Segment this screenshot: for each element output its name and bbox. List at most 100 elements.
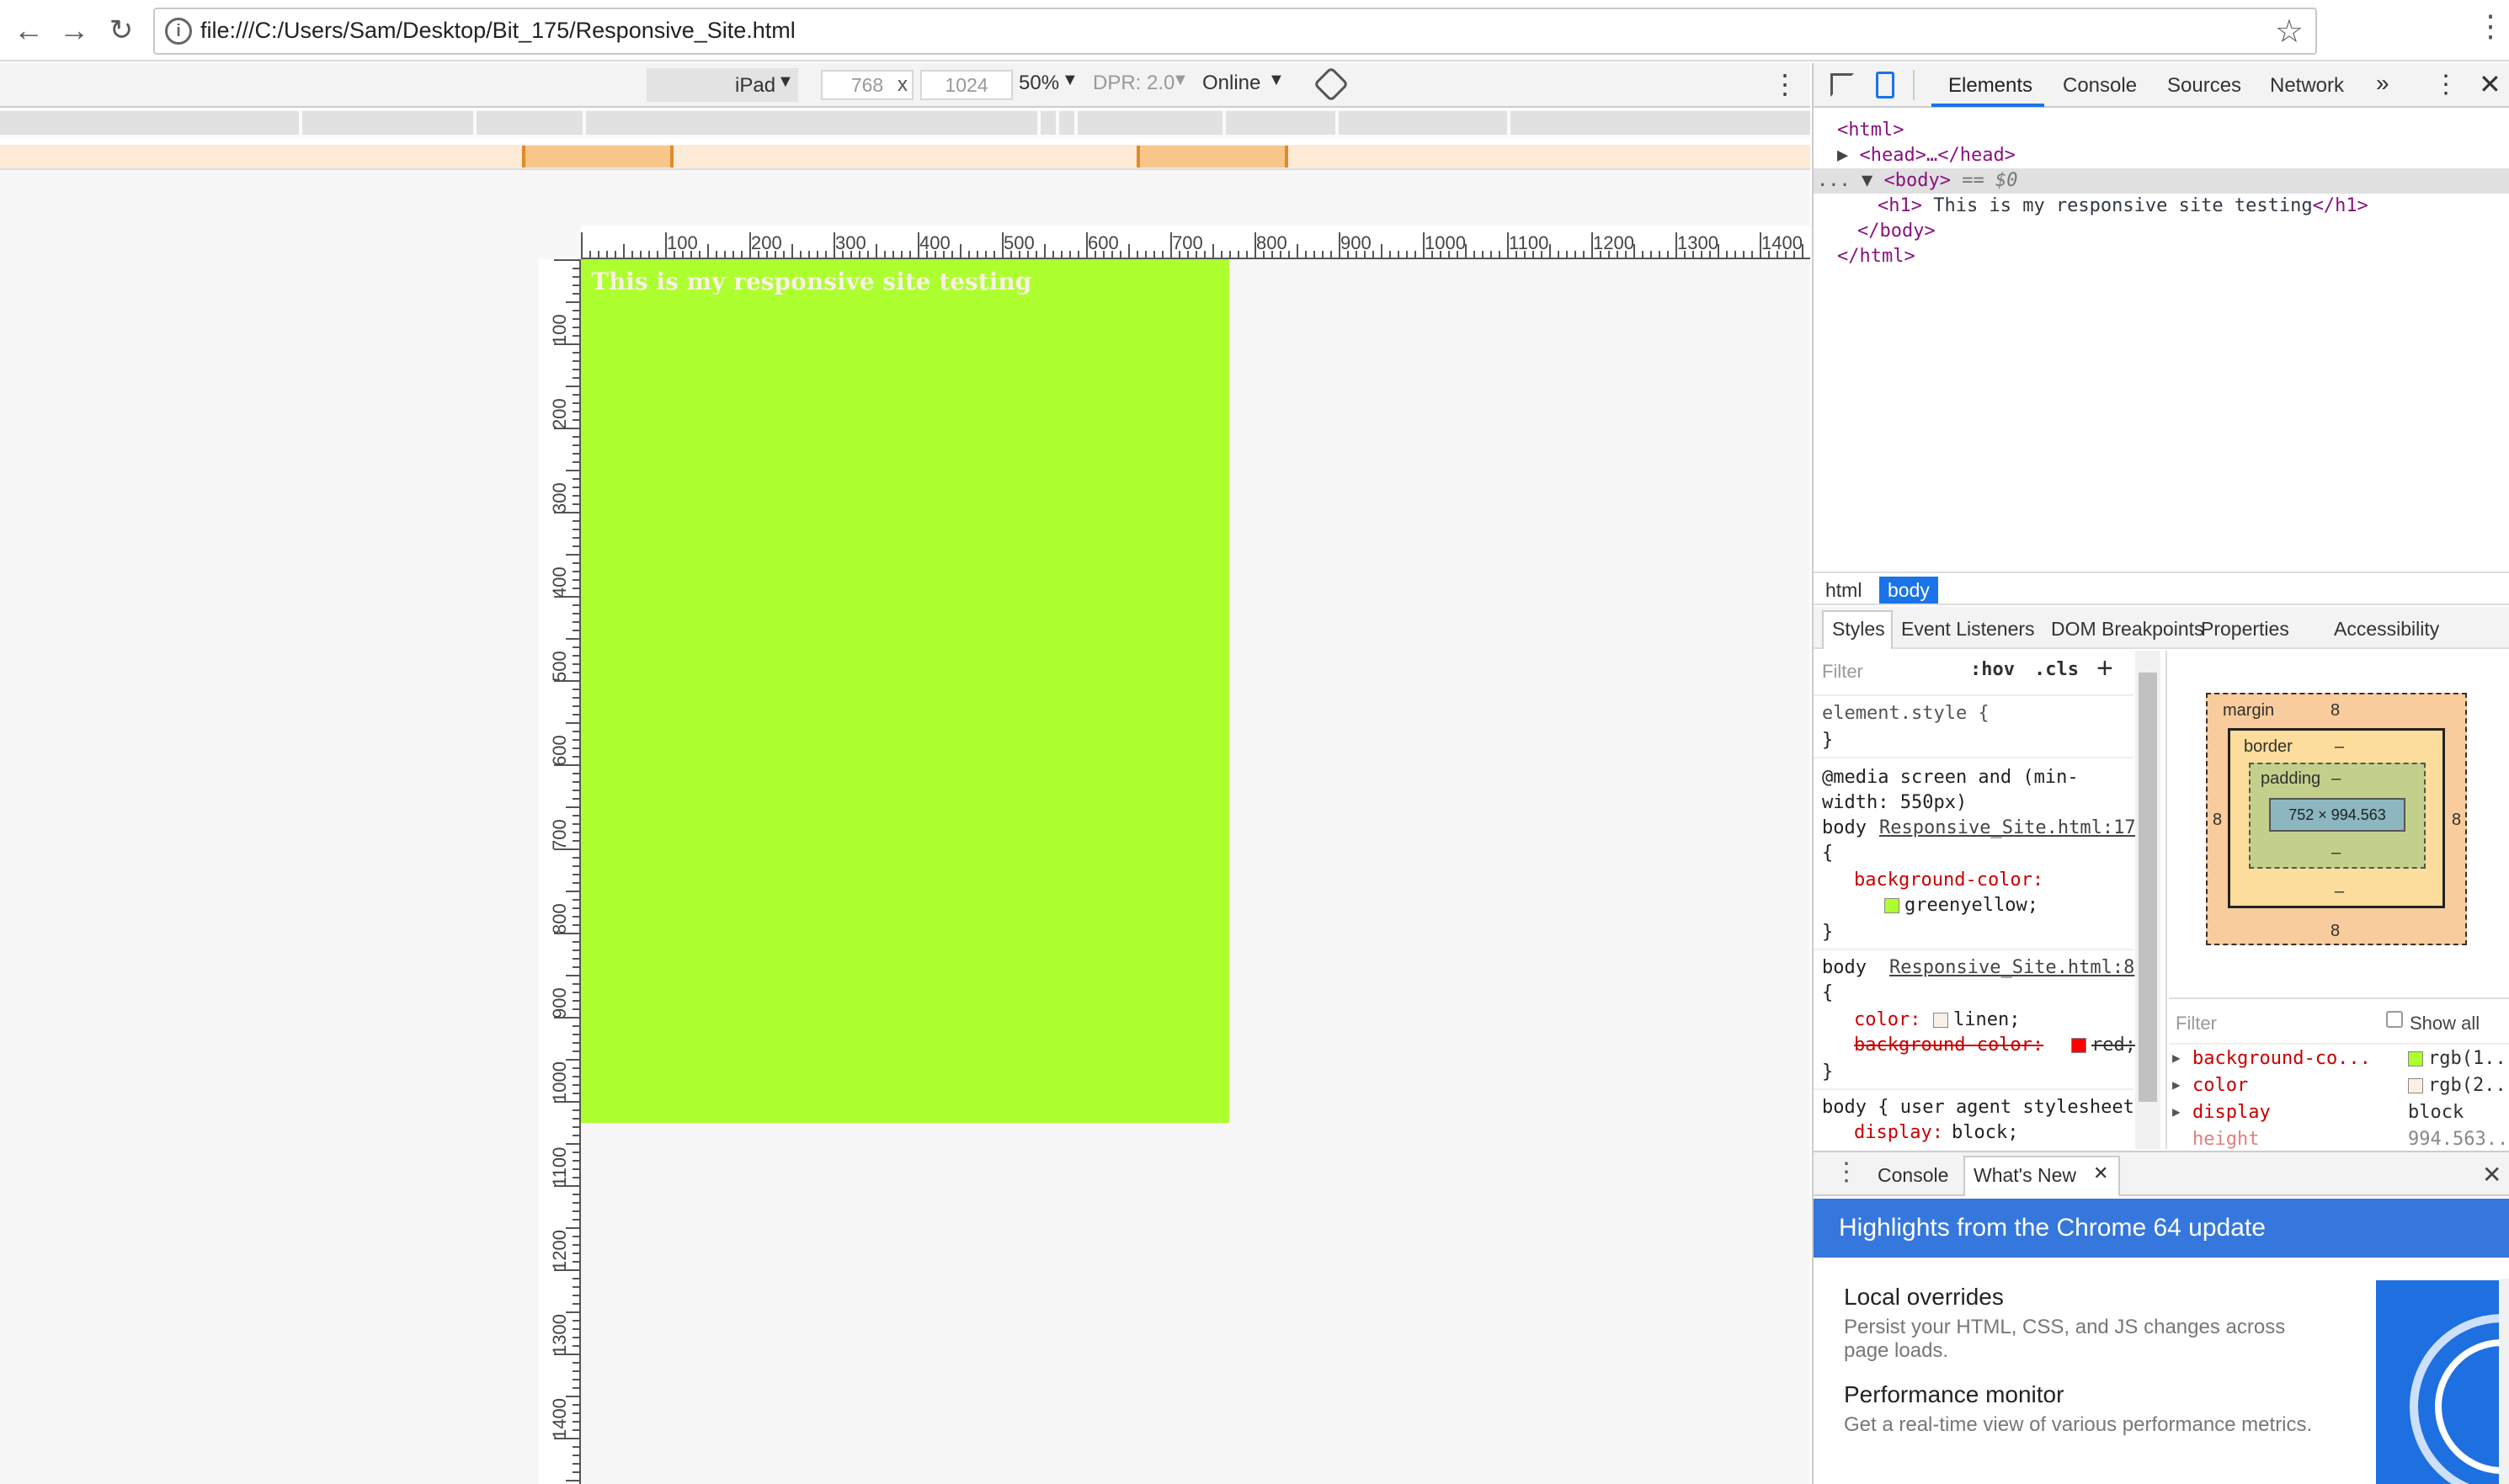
dom-node-body[interactable]: ... ▼ <body> == $0 [1814, 168, 2509, 194]
rule-source-link[interactable]: Responsive_Site.html:8 [1889, 957, 2134, 978]
drawer-tab-console[interactable]: Console [1878, 1164, 1948, 1187]
back-arrow-icon[interactable]: ← [7, 8, 51, 52]
network-throttle-select[interactable]: Online ▼ [1201, 63, 1285, 108]
computed-prop[interactable]: color [2192, 1075, 2248, 1096]
height-input[interactable]: 1024 [920, 70, 1013, 100]
subtab-event-listeners[interactable]: Event Listeners [1901, 618, 2035, 641]
zoom-select[interactable]: 50% ▼ [1015, 63, 1082, 108]
computed-prop[interactable]: height [2192, 1129, 2259, 1150]
dom-node-html-close[interactable]: </html> [1814, 244, 2509, 269]
feature-title[interactable]: Performance monitor [1844, 1381, 2064, 1408]
box-model-border[interactable]: border – – padding – – 752 × 994.563 [2228, 728, 2445, 908]
close-drawer-icon[interactable]: ✕ [2482, 1161, 2501, 1189]
class-toggle[interactable]: .cls [2034, 659, 2079, 680]
dpr-select[interactable]: DPR: 2.0 ▼ [1091, 63, 1192, 108]
close-tab-icon[interactable]: ✕ [2093, 1162, 2108, 1184]
dom-node-body-close[interactable]: </body> [1814, 219, 2509, 244]
border-bottom-value[interactable]: – [2335, 882, 2344, 902]
rotate-icon[interactable] [1313, 66, 1350, 103]
css-property[interactable]: background-color: [1854, 870, 2043, 891]
css-value[interactable]: block; [1952, 1122, 2018, 1143]
add-rule-icon[interactable]: + [2096, 652, 2113, 685]
expand-triangle-icon[interactable]: ▶ [1837, 145, 1848, 166]
subtab-accessibility[interactable]: Accessibility [2334, 618, 2439, 641]
reload-icon[interactable]: ↻ [99, 8, 143, 52]
padding-top-value[interactable]: – [2331, 769, 2341, 789]
color-swatch[interactable] [1933, 1013, 1948, 1028]
address-bar[interactable]: i file:///C:/Users/Sam/Desktop/Bit_175/R… [153, 8, 2317, 55]
media-query-segment[interactable] [1041, 111, 1056, 135]
media-query-segment[interactable] [586, 111, 1037, 135]
dom-node-head[interactable]: ▶ <head>…</head> [1814, 143, 2509, 168]
expand-triangle-icon[interactable]: ▶ [2172, 1077, 2181, 1093]
dom-node-h1[interactable]: <h1> This is my responsive site testing<… [1814, 194, 2509, 219]
media-query-segment[interactable] [1226, 111, 1335, 135]
css-value-red[interactable]: red; [2071, 1035, 2136, 1056]
computed-filter-input[interactable]: Filter [2176, 1013, 2217, 1035]
node-actions-ellipsis[interactable]: ... [1817, 170, 1851, 191]
breadcrumb-body[interactable]: body [1879, 577, 1938, 604]
media-query-segment[interactable] [477, 111, 583, 135]
css-property-overridden[interactable]: background-color: [1854, 1035, 2043, 1056]
media-query-segment[interactable] [0, 111, 299, 135]
media-query-segment[interactable] [1339, 111, 1507, 135]
subtab-styles[interactable]: Styles [1832, 618, 1885, 641]
close-devtools-icon[interactable]: ✕ [2479, 68, 2501, 100]
computed-prop[interactable]: display [2192, 1102, 2271, 1123]
drawer-tab-whats-new[interactable]: What's New ✕ [1963, 1156, 2120, 1196]
media-query-segment[interactable] [302, 111, 473, 135]
subtab-properties[interactable]: Properties [2201, 618, 2289, 641]
css-property[interactable]: display: [1854, 1122, 1943, 1143]
device-toolbar-toggle-icon[interactable] [1876, 72, 1894, 98]
box-model-padding[interactable]: padding – – 752 × 994.563 [2249, 763, 2426, 869]
css-property[interactable]: color: [1854, 1009, 1920, 1030]
show-all-checkbox[interactable] [2386, 1011, 2403, 1028]
tab-console[interactable]: Console [2063, 74, 2137, 98]
tab-elements[interactable]: Elements [1948, 74, 2032, 98]
forward-arrow-icon[interactable]: → [52, 8, 96, 52]
bookmark-star-icon[interactable]: ☆ [2275, 13, 2304, 51]
color-swatch[interactable] [1884, 898, 1899, 913]
expand-triangle-icon[interactable]: ▶ [2172, 1050, 2181, 1066]
min-width-media-query[interactable] [522, 146, 674, 168]
styles-filter-input[interactable]: Filter [1822, 661, 1863, 683]
element-style-rule[interactable]: element.style { [1822, 703, 1990, 724]
breadcrumb-html[interactable]: html [1817, 577, 1870, 604]
feature-title[interactable]: Local overrides [1844, 1284, 2004, 1311]
emulated-page[interactable]: This is my responsive site testing [581, 259, 1229, 1123]
menu-kebab-icon[interactable]: ⋮ [2475, 8, 2506, 44]
collapse-triangle-icon[interactable]: ▼ [1862, 170, 1872, 191]
more-options-icon[interactable]: ⋮ [1771, 68, 1798, 100]
margin-right-value[interactable]: 8 [2452, 811, 2461, 830]
drawer-menu-icon[interactable]: ⋮ [1834, 1157, 1859, 1187]
border-top-value[interactable]: – [2335, 737, 2344, 757]
subtab-dom-breakpoints[interactable]: DOM Breakpoints [2051, 618, 2204, 641]
media-query-segment[interactable] [1510, 111, 1810, 135]
box-model-content[interactable]: 752 × 994.563 [2269, 798, 2405, 832]
tab-sources[interactable]: Sources [2167, 74, 2241, 98]
rule-selector[interactable]: body [1822, 957, 1867, 978]
color-swatch[interactable] [2071, 1038, 2086, 1053]
css-value-linen[interactable]: linen; [1933, 1009, 2020, 1030]
drawer-scrollbar[interactable] [2499, 1279, 2509, 1484]
computed-prop[interactable]: background-co... [2192, 1048, 2371, 1069]
more-tabs-icon[interactable]: » [2376, 70, 2389, 97]
css-value-greenyellow[interactable]: greenyellow; [1884, 895, 2038, 916]
devtools-menu-icon[interactable]: ⋮ [2433, 70, 2458, 99]
media-query-segment[interactable] [1059, 111, 1074, 135]
styles-scroll-thumb[interactable] [2139, 673, 2157, 1102]
expand-triangle-icon[interactable]: ▶ [2172, 1104, 2181, 1120]
dom-node-html[interactable]: <html> [1814, 118, 2509, 143]
min-width-media-query[interactable] [1137, 146, 1288, 168]
inspect-element-icon[interactable] [1830, 73, 1854, 97]
margin-left-value[interactable]: 8 [2213, 811, 2222, 830]
info-icon[interactable]: i [165, 18, 192, 45]
tab-network[interactable]: Network [2270, 74, 2344, 98]
padding-bottom-value[interactable]: – [2331, 843, 2341, 863]
rule-source-link[interactable]: Responsive_Site.html:17 [1879, 817, 2136, 838]
box-model-margin[interactable]: margin 8 8 8 8 border – – padding – – 75… [2206, 693, 2467, 945]
margin-bottom-value[interactable]: 8 [2331, 922, 2340, 941]
rule-selector[interactable]: body [1822, 817, 1867, 838]
hover-state-toggle[interactable]: :hov [1970, 659, 2015, 680]
device-select[interactable]: iPad ▼ [647, 68, 798, 102]
